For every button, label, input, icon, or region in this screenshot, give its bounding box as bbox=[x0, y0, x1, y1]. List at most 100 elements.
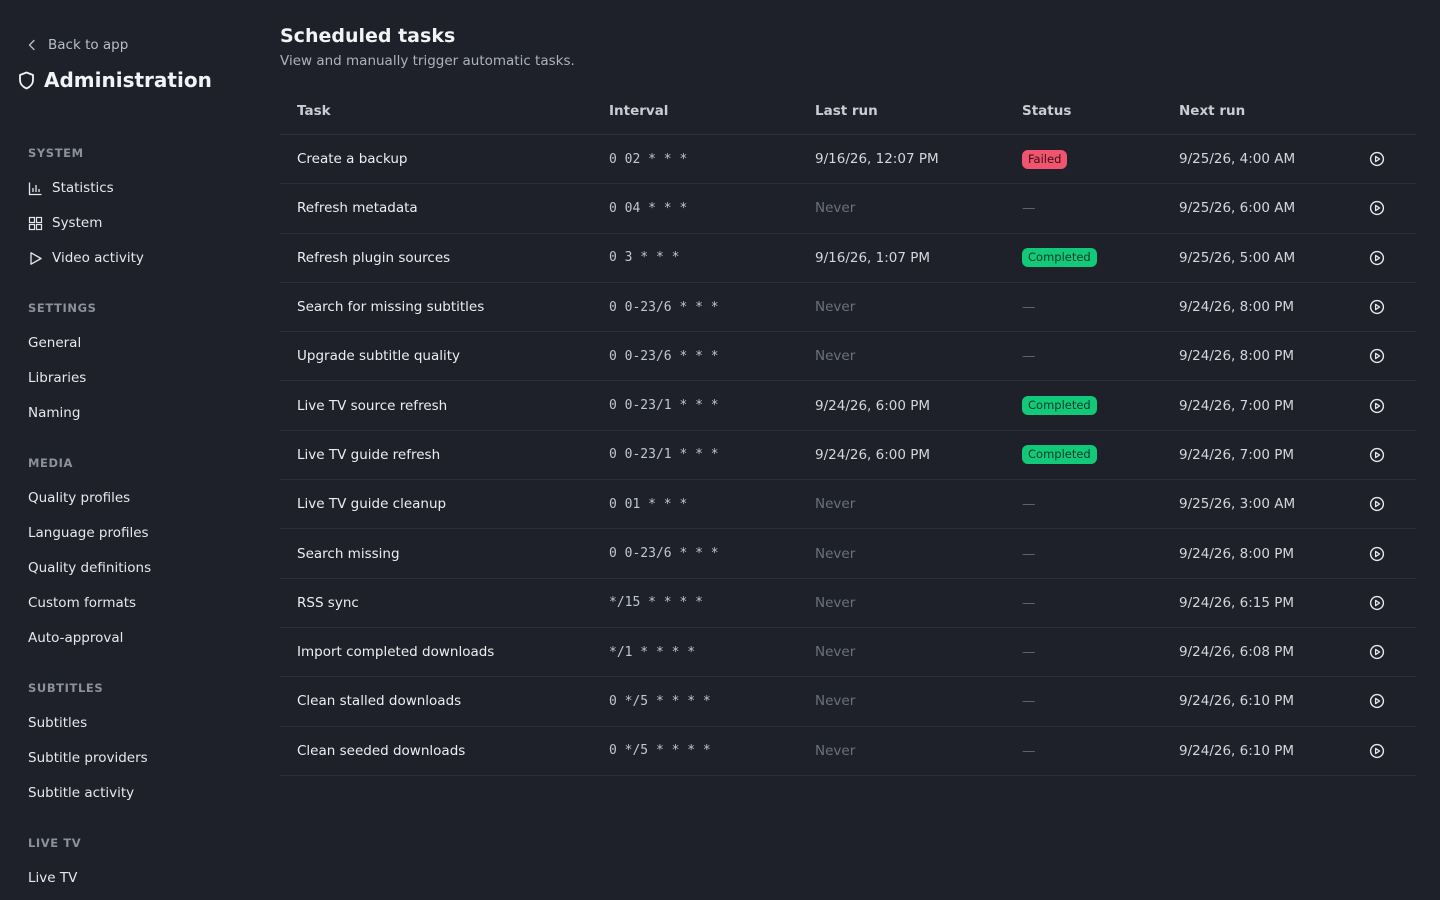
run-task-icon[interactable] bbox=[1369, 447, 1385, 463]
task-next-run: 9/24/26, 8:00 PM bbox=[1179, 545, 1295, 562]
sidebar-item-general[interactable]: General bbox=[28, 333, 81, 353]
run-task-icon[interactable] bbox=[1369, 496, 1385, 512]
section-label-media: MEDIA bbox=[28, 456, 74, 470]
status-empty: — bbox=[1022, 644, 1036, 661]
table-row: Live TV guide refresh 0 0-23/1 * * * 9/24/… bbox=[280, 431, 1416, 481]
run-task-icon[interactable] bbox=[1369, 250, 1385, 266]
task-interval: 0 */5 * * * * bbox=[609, 693, 711, 709]
admin-title-label: Administration bbox=[44, 68, 212, 92]
task-last-run: Never bbox=[815, 496, 856, 513]
run-task-icon[interactable] bbox=[1369, 151, 1385, 167]
run-task-icon[interactable] bbox=[1369, 398, 1385, 414]
task-name: Clean stalled downloads bbox=[297, 693, 462, 710]
task-action bbox=[1369, 299, 1416, 315]
task-last-run: Never bbox=[815, 693, 856, 710]
run-task-icon[interactable] bbox=[1369, 299, 1385, 315]
task-name: Live TV guide refresh bbox=[297, 446, 441, 463]
back-to-app-label: Back to app bbox=[48, 37, 129, 53]
task-next-run: 9/24/26, 6:10 PM bbox=[1179, 742, 1295, 759]
task-action bbox=[1369, 151, 1416, 167]
table-row: Search missing 0 0-23/6 * * * Never — 9/24/2… bbox=[280, 529, 1416, 579]
run-task-icon[interactable] bbox=[1369, 546, 1385, 562]
run-task-icon[interactable] bbox=[1369, 348, 1385, 364]
task-interval: 0 3 * * * bbox=[609, 250, 680, 266]
task-last-run: Never bbox=[815, 200, 856, 217]
status-empty: — bbox=[1022, 200, 1036, 217]
sidebar-item-label: Language profiles bbox=[28, 525, 149, 541]
task-action bbox=[1369, 447, 1416, 463]
task-next-run: 9/24/26, 6:15 PM bbox=[1179, 594, 1295, 611]
task-action bbox=[1369, 496, 1416, 512]
run-task-icon[interactable] bbox=[1369, 644, 1385, 660]
status-empty: — bbox=[1022, 742, 1036, 759]
section-label-system: SYSTEM bbox=[28, 146, 84, 160]
task-last-run: 9/24/26, 6:00 PM bbox=[815, 446, 931, 463]
status-empty: — bbox=[1022, 693, 1036, 710]
sidebar: Back to app Administration SYSTEM Statist… bbox=[0, 0, 256, 900]
task-next-run: 9/25/26, 5:00 AM bbox=[1179, 249, 1296, 266]
task-interval: 0 0-23/6 * * * bbox=[609, 348, 719, 364]
column-header-task: Task bbox=[297, 103, 331, 119]
task-last-run: 9/16/26, 12:07 PM bbox=[815, 151, 939, 168]
bar-chart-icon bbox=[28, 182, 42, 195]
task-next-run: 9/24/26, 6:10 PM bbox=[1179, 693, 1295, 710]
task-interval: 0 01 * * * bbox=[609, 496, 688, 512]
table-body: Create a backup 0 02 * * * 9/16/26, 12:07 … bbox=[280, 135, 1416, 776]
task-name: Upgrade subtitle quality bbox=[297, 348, 461, 365]
task-action bbox=[1369, 348, 1416, 364]
task-action bbox=[1369, 595, 1416, 611]
shield-icon bbox=[19, 71, 34, 89]
task-name: RSS sync bbox=[297, 594, 359, 611]
sidebar-item-label: System bbox=[52, 215, 103, 231]
sidebar-item-video-activity[interactable]: Video activity bbox=[28, 248, 144, 268]
sidebar-item-label: Statistics bbox=[52, 180, 114, 196]
sidebar-item-statistics[interactable]: Statistics bbox=[28, 178, 114, 198]
table-row: Clean seeded downloads 0 */5 * * * * Never… bbox=[280, 727, 1416, 776]
sidebar-item-custom-formats[interactable]: Custom formats bbox=[28, 593, 136, 613]
task-status: — bbox=[1022, 644, 1179, 660]
sidebar-item-auto-approval[interactable]: Auto-approval bbox=[28, 628, 123, 648]
task-next-run: 9/24/26, 7:00 PM bbox=[1179, 446, 1295, 463]
sidebar-item-system[interactable]: System bbox=[28, 213, 102, 233]
sidebar-item-subtitle-providers[interactable]: Subtitle providers bbox=[28, 748, 148, 768]
task-action bbox=[1369, 200, 1416, 216]
sidebar-item-live-tv[interactable]: Live TV bbox=[28, 868, 77, 888]
task-name: Search missing bbox=[297, 545, 400, 562]
task-next-run: 9/24/26, 8:00 PM bbox=[1179, 299, 1295, 316]
task-name: Search for missing subtitles bbox=[297, 299, 485, 316]
sidebar-item-label: Naming bbox=[28, 405, 81, 421]
task-name: Clean seeded downloads bbox=[297, 742, 466, 759]
sidebar-item-language-profiles[interactable]: Language profiles bbox=[28, 523, 149, 543]
sidebar-item-label: Quality profiles bbox=[28, 490, 131, 506]
status-badge: Completed bbox=[1022, 445, 1097, 465]
run-task-icon[interactable] bbox=[1369, 693, 1385, 709]
sidebar-item-quality-definitions[interactable]: Quality definitions bbox=[28, 558, 151, 578]
sidebar-item-label: General bbox=[28, 335, 82, 351]
run-task-icon[interactable] bbox=[1369, 743, 1385, 759]
section-label-subtitles: SUBTITLES bbox=[28, 681, 104, 695]
section-label-settings: SETTINGS bbox=[28, 301, 97, 315]
task-interval: 0 02 * * * bbox=[609, 151, 688, 167]
sidebar-item-quality-profiles[interactable]: Quality profiles bbox=[28, 488, 130, 508]
chevron-left-icon bbox=[28, 39, 35, 51]
task-name: Refresh plugin sources bbox=[297, 249, 451, 266]
sidebar-item-subtitle-activity[interactable]: Subtitle activity bbox=[28, 783, 134, 803]
run-task-icon[interactable] bbox=[1369, 200, 1385, 216]
task-interval: */1 * * * * bbox=[609, 644, 696, 660]
back-to-app-link[interactable]: Back to app bbox=[26, 37, 128, 53]
task-action bbox=[1369, 644, 1416, 660]
sidebar-item-subtitles[interactable]: Subtitles bbox=[28, 713, 87, 733]
section-label-live-tv: LIVE TV bbox=[28, 836, 82, 850]
task-next-run: 9/24/26, 8:00 PM bbox=[1179, 348, 1295, 365]
task-status: — bbox=[1022, 693, 1179, 709]
task-next-run: 9/25/26, 4:00 AM bbox=[1179, 151, 1296, 168]
task-status: Completed bbox=[1022, 396, 1179, 416]
tasks-table: Task Interval Last run Status Next run C… bbox=[280, 88, 1416, 776]
column-header-interval: Interval bbox=[609, 103, 669, 119]
table-row: Live TV source refresh 0 0-23/1 * * * 9/24… bbox=[280, 381, 1416, 431]
sidebar-item-libraries[interactable]: Libraries bbox=[28, 368, 86, 388]
task-next-run: 9/24/26, 7:00 PM bbox=[1179, 397, 1295, 414]
run-task-icon[interactable] bbox=[1369, 595, 1385, 611]
grid-icon bbox=[28, 216, 43, 230]
sidebar-item-naming[interactable]: Naming bbox=[28, 403, 80, 423]
